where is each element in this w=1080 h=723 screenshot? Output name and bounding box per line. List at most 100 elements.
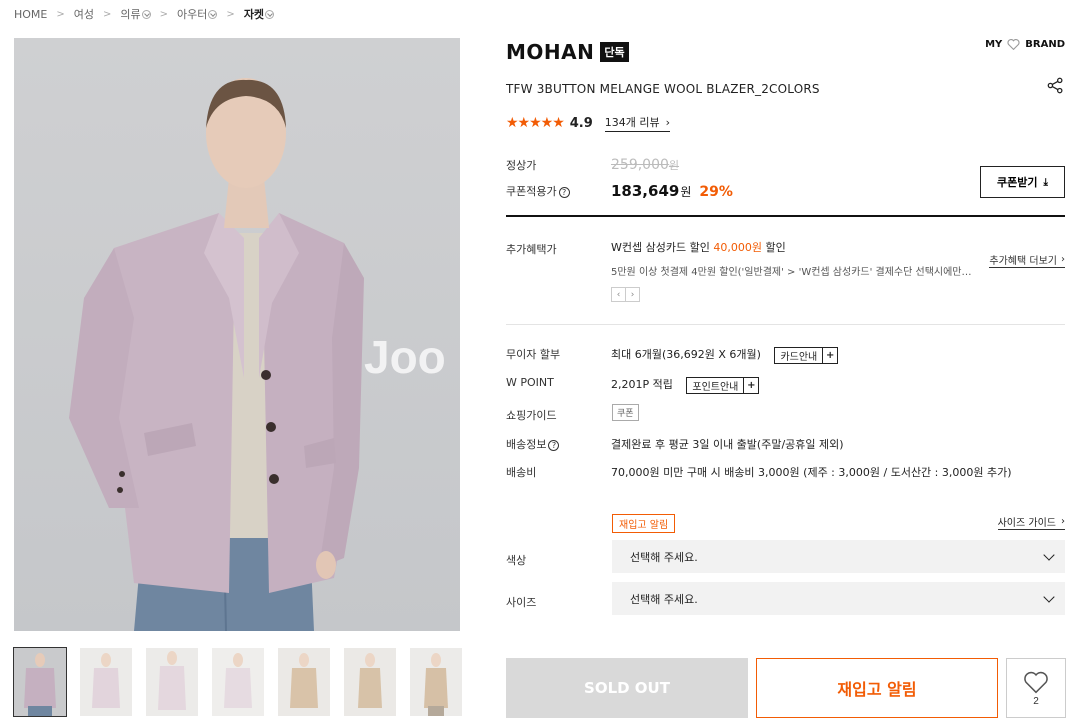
chevron-down-icon [1043,590,1055,603]
thumbnail-1[interactable] [13,647,67,717]
installment-label: 무이자 할부 [506,348,561,361]
get-coupon-button[interactable]: 쿠폰받기 ⤓ [980,166,1065,198]
review-count-link[interactable]: 134개 리뷰 › [604,114,671,132]
point-guide-label: 포인트안내 [692,381,739,393]
color-select[interactable]: 선택해 주세요. [612,540,1065,573]
shipping-info-value: 결제완료 후 평균 3일 이내 출발(주말/공휴일 제외) [611,438,844,451]
exclusive-badge: 단독 [600,42,629,62]
benefit-pager: ‹ › [611,287,640,302]
next-arrow-icon[interactable]: › [625,287,640,302]
rating-row: ★★★★★ 4.9 134개 리뷰 › [506,114,671,132]
heart-outline-icon [1007,39,1020,50]
chevron-down-icon[interactable] [208,9,218,19]
card-guide-label: 카드안내 [780,351,818,363]
thumbnail-6[interactable] [344,648,396,716]
breadcrumb-separator: > [159,8,169,20]
help-icon[interactable]: ? [548,440,560,451]
chevron-right-icon: › [1061,516,1065,527]
installment-value: 최대 6개월(36,692원 X 6개월) [611,348,761,361]
thumbnail-4[interactable] [212,648,264,716]
regular-price: 259,000원 [611,157,679,173]
help-icon[interactable]: ? [558,187,570,198]
coupon-price-label: 쿠폰적용가? [506,183,570,199]
brand-label: BRAND [1025,38,1065,50]
sale-price-unit: 원 [680,185,692,199]
wpoint-label: W POINT [506,376,554,389]
breadcrumb-jacket[interactable]: 자켓 [244,6,275,22]
size-select-value: 선택해 주세요. [630,592,698,606]
sale-price: 183,649 원 29% [611,182,733,200]
star-rating-icon: ★★★★★ [506,115,565,131]
regular-price-value: 259,000 [611,157,669,173]
benefit-divider [506,324,1065,325]
shipping-fee-value: 70,000원 미만 구매 시 배송비 3,000원 (제주 : 3,000원 … [611,466,1012,479]
card-guide-button[interactable]: 카드안내 + [774,346,839,364]
breadcrumb-label[interactable]: 아우터 [177,6,207,22]
breadcrumb-women[interactable]: 여성 > [74,6,121,22]
color-select-value: 선택해 주세요. [630,550,698,564]
brand-header: MOHAN 단독 [506,40,629,64]
chevron-right-icon: › [665,115,671,129]
chevron-down-icon[interactable] [141,9,151,19]
wpoint-row: 2,201P 적립 포인트안내 + [611,376,760,394]
product-main-image[interactable]: Joo [14,38,460,631]
my-brand-button[interactable]: MY BRAND [985,38,1065,50]
share-icon[interactable] [1047,77,1064,94]
more-benefits-link[interactable]: 추가혜택 더보기 › [989,252,1065,268]
thumbnail-3[interactable] [146,648,198,716]
wishlist-button[interactable]: 2 [1006,658,1066,718]
my-label: MY [985,38,1003,50]
thumbnail-image [146,648,198,716]
coupon-tag: 쿠폰 [612,404,639,421]
watermark: Joo [364,331,446,383]
plus-icon: + [822,347,837,363]
size-select[interactable]: 선택해 주세요. [612,582,1065,615]
card-name: W컨셉 삼성카드 [611,241,690,254]
download-icon: ⤓ [1043,176,1048,188]
more-benefits-label: 추가혜택 더보기 [989,256,1057,267]
thumbnail-image [14,648,66,716]
breadcrumb-label[interactable]: HOME [14,8,47,21]
prev-arrow-icon[interactable]: ‹ [611,287,626,302]
chevron-down-icon[interactable] [265,9,275,19]
review-count-label: 134개 리뷰 [604,116,660,129]
sold-out-button[interactable]: SOLD OUT [506,658,748,718]
breadcrumb-label[interactable]: 자켓 [244,6,264,22]
discount-suffix: 할인 [761,241,786,254]
breadcrumb-outer[interactable]: 아우터 > [177,6,244,22]
coupon-button-label: 쿠폰받기 [997,176,1038,189]
card-discount-text: W컨셉 삼성카드 할인 40,000원 할인 [611,239,786,255]
thumbnail-7[interactable] [410,648,462,716]
benefit-description: 5만원 이상 첫결제 4만원 할인('일반결제' > 'W컨셉 삼성카드' 결제… [611,267,973,278]
installment-row: 최대 6개월(36,692원 X 6개월) 카드안내 + [611,346,839,364]
wpoint-value: 2,201P 적립 [611,378,673,391]
thumbnail-image [80,648,132,716]
thumbnail-5[interactable] [278,648,330,716]
discount-word: 할인 [689,241,714,254]
heart-outline-icon [1024,671,1048,693]
size-guide-label: 사이즈 가이드 [997,518,1056,529]
chevron-right-icon: › [1061,254,1065,265]
point-guide-button[interactable]: 포인트안내 + [686,376,760,394]
regular-price-label: 정상가 [506,159,537,172]
thumbnail-image [278,648,330,716]
size-guide-link[interactable]: 사이즈 가이드 › [997,514,1065,530]
shopping-guide-label: 쇼핑가이드 [506,409,557,422]
brand-name[interactable]: MOHAN [506,40,594,64]
discount-rate: 29% [699,184,733,200]
breadcrumb-label[interactable]: 의류 [120,6,140,22]
product-title: TFW 3BUTTON MELANGE WOOL BLAZER_2COLORS [506,82,820,96]
rating-value: 4.9 [569,115,593,131]
thumbnail-2[interactable] [80,648,132,716]
breadcrumb-label[interactable]: 여성 [74,6,94,22]
restock-alert-button[interactable]: 재입고 알림 [756,658,998,718]
breadcrumb-home[interactable]: HOME > [14,8,74,21]
sale-price-value: 183,649 [611,182,680,200]
thumbnail-image [212,648,264,716]
breadcrumb-clothing[interactable]: 의류 > [120,6,177,22]
coupon-price-label-text: 쿠폰적용가 [506,185,557,198]
breadcrumb-separator: > [226,8,235,20]
plus-icon: + [743,377,758,393]
thumbnail-image [344,648,396,716]
price-divider [506,215,1065,217]
